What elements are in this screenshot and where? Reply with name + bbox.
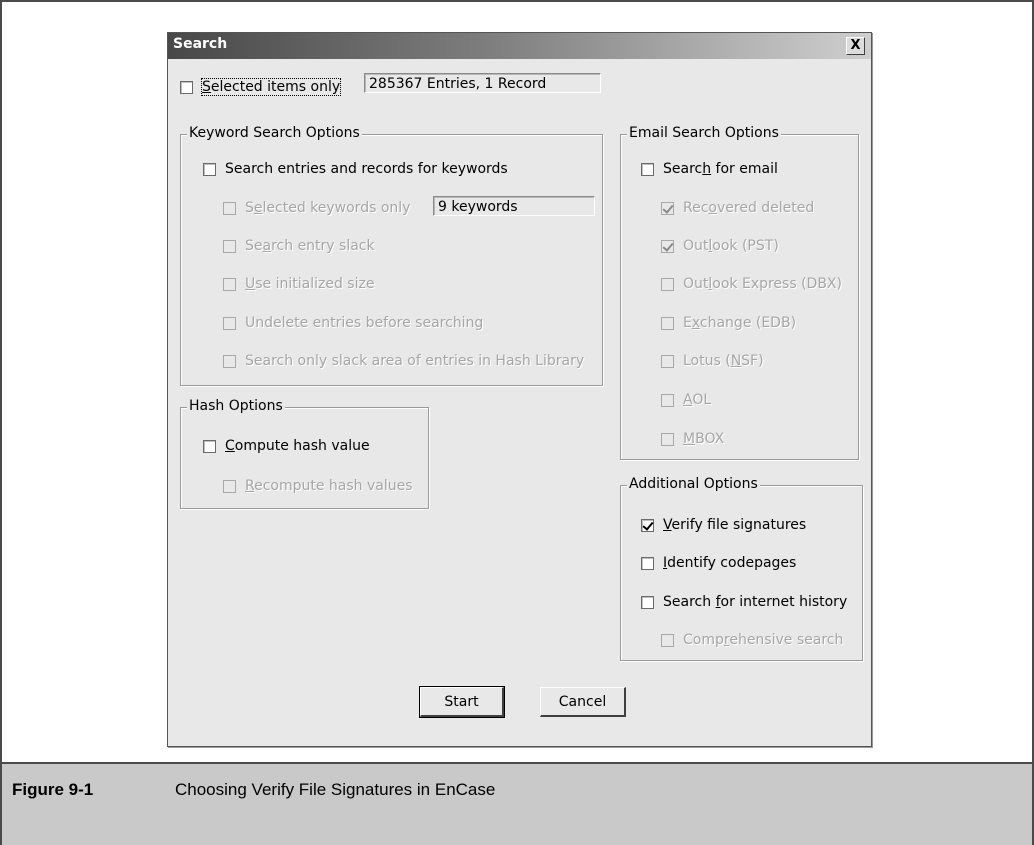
search-entry-slack-box[interactable] xyxy=(223,239,236,253)
close-button[interactable]: X xyxy=(846,37,865,55)
recompute-hash-box[interactable] xyxy=(223,479,236,493)
recompute-hash-label: Recompute hash values xyxy=(245,478,413,494)
outlook-pst-checkbox[interactable]: Outlook (PST) xyxy=(661,236,779,256)
keywords-count-display: 9 keywords xyxy=(433,196,595,216)
use-initialized-size-box[interactable] xyxy=(223,277,236,291)
cancel-button[interactable]: Cancel xyxy=(540,687,626,717)
dialog-titlebar: Search X xyxy=(168,33,871,59)
internet-history-label: Search for internet history xyxy=(663,594,848,610)
mbox-checkbox[interactable]: MBOX xyxy=(661,429,724,449)
outlook-express-box[interactable] xyxy=(661,277,674,291)
selected-keywords-only-label: Selected keywords only xyxy=(245,200,411,216)
recovered-deleted-checkbox[interactable]: Recovered deleted xyxy=(661,198,814,218)
comprehensive-search-label: Comprehensive search xyxy=(683,632,844,648)
comprehensive-search-checkbox[interactable]: Comprehensive search xyxy=(661,630,843,650)
selected-items-only-box[interactable] xyxy=(180,80,193,94)
email-search-options-legend: Email Search Options xyxy=(627,125,781,141)
figure-caption: Choosing Verify File Signatures in EnCas… xyxy=(175,780,496,799)
compute-hash-label: Compute hash value xyxy=(225,438,370,454)
search-for-email-checkbox[interactable]: Search for email xyxy=(641,159,778,179)
additional-options-group: Additional Options Verify file signature… xyxy=(620,476,863,661)
internet-history-box[interactable] xyxy=(641,595,654,609)
hash-options-legend: Hash Options xyxy=(187,398,285,414)
use-initialized-size-checkbox[interactable]: Use initialized size xyxy=(223,274,374,294)
recompute-hash-checkbox[interactable]: Recompute hash values xyxy=(223,476,413,496)
additional-options-legend: Additional Options xyxy=(627,476,760,492)
aol-label: AOL xyxy=(683,392,712,408)
identify-codepages-box[interactable] xyxy=(641,556,654,570)
internet-history-checkbox[interactable]: Search for internet history xyxy=(641,592,847,612)
verify-file-signatures-label: Verify file signatures xyxy=(663,517,807,533)
undelete-entries-checkbox[interactable]: Undelete entries before searching xyxy=(223,313,483,333)
outlook-express-label: Outlook Express (DBX) xyxy=(683,276,842,292)
email-search-options-group: Email Search Options Search for email Re… xyxy=(620,125,859,460)
search-only-slack-label: Search only slack area of entries in Has… xyxy=(245,353,585,369)
search-only-slack-box[interactable] xyxy=(223,354,236,368)
search-for-email-label: Search for email xyxy=(663,161,778,177)
search-entries-keywords-label: Search entries and records for keywords xyxy=(225,161,508,177)
figure-frame: Search X Selected items only 285367 Entr… xyxy=(0,0,1034,845)
identify-codepages-checkbox[interactable]: Identify codepages xyxy=(641,553,796,573)
identify-codepages-label: Identify codepages xyxy=(663,555,797,571)
keyword-search-options-group: Keyword Search Options Search entries an… xyxy=(180,125,603,386)
aol-checkbox[interactable]: AOL xyxy=(661,390,711,410)
recovered-deleted-box[interactable] xyxy=(661,201,674,215)
selected-keywords-only-checkbox[interactable]: Selected keywords only xyxy=(223,198,410,218)
selected-items-only-label: Selected items only xyxy=(200,78,342,96)
outlook-pst-label: Outlook (PST) xyxy=(683,238,779,254)
verify-file-signatures-box[interactable] xyxy=(641,518,654,532)
search-entry-slack-checkbox[interactable]: Search entry slack xyxy=(223,236,375,256)
aol-box[interactable] xyxy=(661,393,674,407)
search-dialog: Search X Selected items only 285367 Entr… xyxy=(167,32,872,747)
search-only-slack-checkbox[interactable]: Search only slack area of entries in Has… xyxy=(223,351,584,371)
lotus-checkbox[interactable]: Lotus (NSF) xyxy=(661,351,764,371)
verify-file-signatures-checkbox[interactable]: Verify file signatures xyxy=(641,515,806,535)
start-button[interactable]: Start xyxy=(419,686,505,718)
outlook-express-checkbox[interactable]: Outlook Express (DBX) xyxy=(661,274,842,294)
undelete-entries-label: Undelete entries before searching xyxy=(245,315,484,331)
exchange-label: Exchange (EDB) xyxy=(683,315,797,331)
selected-keywords-only-box[interactable] xyxy=(223,201,236,215)
dialog-title: Search xyxy=(173,36,228,52)
exchange-box[interactable] xyxy=(661,316,674,330)
hash-options-group: Hash Options Compute hash value Recomput… xyxy=(180,398,429,509)
entries-count-display: 285367 Entries, 1 Record xyxy=(364,73,601,93)
figure-caption-bar: Figure 9-1 Choosing Verify File Signatur… xyxy=(2,762,1032,845)
comprehensive-search-box[interactable] xyxy=(661,633,674,647)
lotus-box[interactable] xyxy=(661,354,674,368)
exchange-checkbox[interactable]: Exchange (EDB) xyxy=(661,313,796,333)
undelete-entries-box[interactable] xyxy=(223,316,236,330)
figure-number: Figure 9-1 xyxy=(12,780,94,799)
selected-items-only-checkbox[interactable]: Selected items only xyxy=(180,77,342,97)
mbox-label: MBOX xyxy=(683,431,725,447)
close-icon: X xyxy=(850,38,861,53)
use-initialized-size-label: Use initialized size xyxy=(245,276,375,292)
search-entries-keywords-checkbox[interactable]: Search entries and records for keywords xyxy=(203,159,508,179)
search-for-email-box[interactable] xyxy=(641,162,654,176)
lotus-label: Lotus (NSF) xyxy=(683,353,764,369)
mbox-box[interactable] xyxy=(661,432,674,446)
keyword-search-options-legend: Keyword Search Options xyxy=(187,125,362,141)
compute-hash-box[interactable] xyxy=(203,439,216,453)
recovered-deleted-label: Recovered deleted xyxy=(683,200,815,216)
search-entry-slack-label: Search entry slack xyxy=(245,238,375,254)
outlook-pst-box[interactable] xyxy=(661,239,674,253)
compute-hash-checkbox[interactable]: Compute hash value xyxy=(203,436,370,456)
search-entries-keywords-box[interactable] xyxy=(203,162,216,176)
